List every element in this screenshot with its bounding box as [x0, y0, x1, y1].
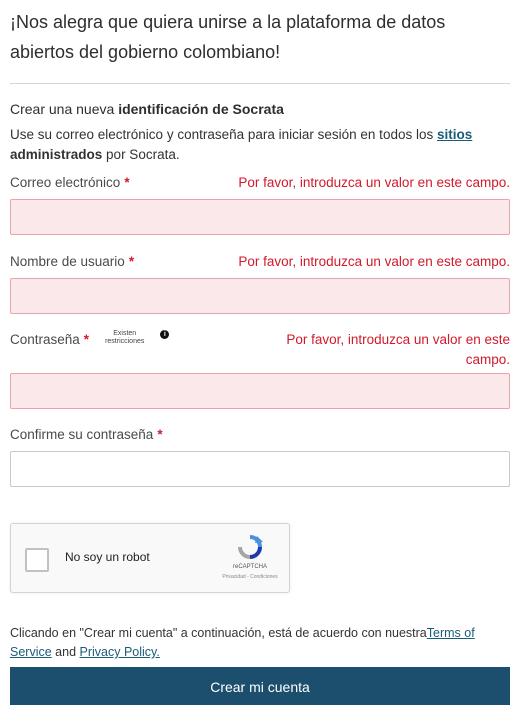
email-group: Correo electrónico * Por favor, introduzc…	[10, 173, 510, 235]
desc-bold: administrados	[10, 147, 103, 162]
required-mark: *	[128, 254, 135, 269]
recaptcha-widget: No soy un robot reCAPTCHA Privacidad - C…	[10, 523, 290, 593]
heading-prefix: Crear una nueva	[10, 101, 115, 117]
password-field[interactable]	[10, 373, 510, 409]
recaptcha-terms[interactable]: Privacidad - Condiciones	[211, 574, 289, 580]
heading-bold: identificación de Socrata	[118, 101, 284, 117]
legal-notice: Clicando en "Crear mi cuenta" a continua…	[10, 624, 510, 662]
required-mark: *	[157, 427, 163, 442]
recaptcha-brand: reCAPTCHA	[232, 564, 267, 570]
confirm-group: Confirme su contraseña *	[10, 425, 510, 487]
username-field[interactable]	[10, 278, 510, 314]
legal-and: and	[55, 645, 77, 659]
restrictions-note[interactable]: Existen restricciones	[105, 330, 144, 346]
required-mark: *	[83, 332, 90, 347]
create-account-button[interactable]: Crear mi cuenta	[10, 667, 510, 705]
captcha-checkbox[interactable]	[25, 548, 49, 572]
divider	[10, 83, 510, 84]
username-error: Por favor, introduzca un valor en este c…	[238, 254, 510, 269]
recaptcha-logo-icon	[238, 535, 263, 559]
confirm-password-field[interactable]	[10, 451, 510, 487]
desc-text: Use su correo electrónico y contraseña p…	[10, 127, 434, 142]
legal-text: Clicando en "Crear mi cuenta" a continua…	[10, 626, 427, 640]
privacy-link[interactable]: Privacy Policy.	[80, 645, 160, 659]
email-error: Por favor, introduzca un valor en este c…	[238, 175, 510, 190]
captcha-label: No soy un robot	[65, 550, 150, 564]
form-heading: Crear una nueva identificación de Socrat…	[10, 99, 510, 119]
form-description: Use su correo electrónico y contraseña p…	[10, 125, 510, 165]
password-group: Contraseña * Existen restricciones i Por …	[10, 330, 510, 409]
signup-form: ¡Nos alegra que quiera unirse a la plata…	[10, 0, 510, 487]
intro-message: ¡Nos alegra que quiera unirse a la plata…	[10, 7, 510, 67]
password-error: Por favor, introduzca un valor en este c…	[286, 332, 510, 367]
intro-line-1: ¡Nos alegra que quiera unirse a la plata…	[10, 12, 446, 32]
required-mark: *	[124, 175, 130, 190]
password-label: Contraseña * Existen restricciones i	[10, 330, 170, 350]
info-icon[interactable]: i	[160, 330, 170, 339]
email-field[interactable]	[10, 199, 510, 235]
confirm-label: Confirme su contraseña *	[10, 427, 163, 442]
desc-text-end: por Socrata.	[106, 147, 180, 162]
sites-link[interactable]: sitios	[437, 127, 472, 142]
username-label: Nombre de usuario *	[10, 254, 135, 269]
username-group: Nombre de usuario * Por favor, introduzca…	[10, 252, 510, 314]
intro-line-2: abiertos del gobierno colombiano!	[10, 42, 281, 62]
email-label: Correo electrónico *	[10, 175, 130, 190]
